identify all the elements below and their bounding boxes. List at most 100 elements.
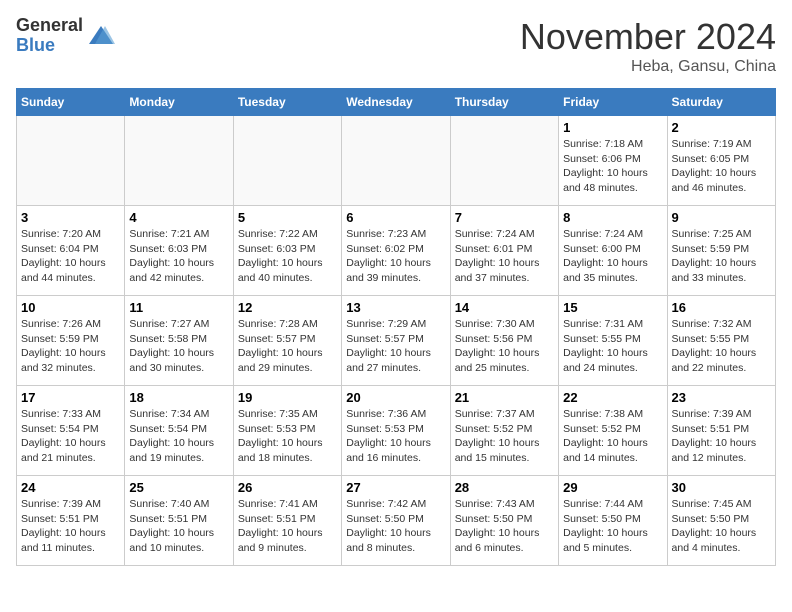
day-cell: 11 Sunrise: 7:27 AMSunset: 5:58 PMDayligh… xyxy=(125,296,233,386)
day-info: Sunrise: 7:43 AMSunset: 5:50 PMDaylight:… xyxy=(455,497,554,556)
day-number: 21 xyxy=(455,390,554,405)
day-cell: 1 Sunrise: 7:18 AMSunset: 6:06 PMDaylight… xyxy=(559,116,667,206)
week-row-2: 3 Sunrise: 7:20 AMSunset: 6:04 PMDaylight… xyxy=(17,206,776,296)
day-info: Sunrise: 7:29 AMSunset: 5:57 PMDaylight:… xyxy=(346,317,445,376)
day-number: 24 xyxy=(21,480,120,495)
weekday-header-monday: Monday xyxy=(125,89,233,116)
weekday-header-saturday: Saturday xyxy=(667,89,775,116)
day-number: 2 xyxy=(672,120,771,135)
day-info: Sunrise: 7:20 AMSunset: 6:04 PMDaylight:… xyxy=(21,227,120,286)
day-info: Sunrise: 7:27 AMSunset: 5:58 PMDaylight:… xyxy=(129,317,228,376)
day-info: Sunrise: 7:42 AMSunset: 5:50 PMDaylight:… xyxy=(346,497,445,556)
day-number: 13 xyxy=(346,300,445,315)
day-info: Sunrise: 7:31 AMSunset: 5:55 PMDaylight:… xyxy=(563,317,662,376)
day-info: Sunrise: 7:25 AMSunset: 5:59 PMDaylight:… xyxy=(672,227,771,286)
page-header: General Blue November 2024 Heba, Gansu, … xyxy=(16,16,776,76)
day-number: 14 xyxy=(455,300,554,315)
day-cell: 6 Sunrise: 7:23 AMSunset: 6:02 PMDaylight… xyxy=(342,206,450,296)
day-cell xyxy=(17,116,125,206)
day-number: 1 xyxy=(563,120,662,135)
day-cell: 29Sunrise: 7:44 AMSunset: 5:50 PMDayligh… xyxy=(559,476,667,566)
day-cell: 17 Sunrise: 7:33 AMSunset: 5:54 PMDayligh… xyxy=(17,386,125,476)
day-number: 22 xyxy=(563,390,662,405)
day-cell: 16Sunrise: 7:32 AMSunset: 5:55 PMDayligh… xyxy=(667,296,775,386)
day-info: Sunrise: 7:36 AMSunset: 5:53 PMDaylight:… xyxy=(346,407,445,466)
day-cell: 12Sunrise: 7:28 AMSunset: 5:57 PMDayligh… xyxy=(233,296,341,386)
calendar-table: SundayMondayTuesdayWednesdayThursdayFrid… xyxy=(16,88,776,566)
day-number: 8 xyxy=(563,210,662,225)
day-cell xyxy=(125,116,233,206)
day-cell: 23 Sunrise: 7:39 AMSunset: 5:51 PMDayligh… xyxy=(667,386,775,476)
day-cell: 2 Sunrise: 7:19 AMSunset: 6:05 PMDaylight… xyxy=(667,116,775,206)
weekday-header-thursday: Thursday xyxy=(450,89,558,116)
day-number: 20 xyxy=(346,390,445,405)
day-cell: 20 Sunrise: 7:36 AMSunset: 5:53 PMDayligh… xyxy=(342,386,450,476)
week-row-1: 1 Sunrise: 7:18 AMSunset: 6:06 PMDaylight… xyxy=(17,116,776,206)
day-cell: 15 Sunrise: 7:31 AMSunset: 5:55 PMDayligh… xyxy=(559,296,667,386)
day-info: Sunrise: 7:33 AMSunset: 5:54 PMDaylight:… xyxy=(21,407,120,466)
day-number: 11 xyxy=(129,300,228,315)
day-cell: 30Sunrise: 7:45 AMSunset: 5:50 PMDayligh… xyxy=(667,476,775,566)
logo-blue-text: Blue xyxy=(16,36,83,56)
day-number: 30 xyxy=(672,480,771,495)
day-number: 12 xyxy=(238,300,337,315)
day-cell: 24 Sunrise: 7:39 AMSunset: 5:51 PMDayligh… xyxy=(17,476,125,566)
day-info: Sunrise: 7:24 AMSunset: 6:00 PMDaylight:… xyxy=(563,227,662,286)
day-cell: 22 Sunrise: 7:38 AMSunset: 5:52 PMDayligh… xyxy=(559,386,667,476)
day-number: 6 xyxy=(346,210,445,225)
day-number: 23 xyxy=(672,390,771,405)
day-info: Sunrise: 7:21 AMSunset: 6:03 PMDaylight:… xyxy=(129,227,228,286)
day-info: Sunrise: 7:22 AMSunset: 6:03 PMDaylight:… xyxy=(238,227,337,286)
day-info: Sunrise: 7:40 AMSunset: 5:51 PMDaylight:… xyxy=(129,497,228,556)
day-info: Sunrise: 7:24 AMSunset: 6:01 PMDaylight:… xyxy=(455,227,554,286)
week-row-4: 17 Sunrise: 7:33 AMSunset: 5:54 PMDayligh… xyxy=(17,386,776,476)
day-number: 19 xyxy=(238,390,337,405)
day-info: Sunrise: 7:34 AMSunset: 5:54 PMDaylight:… xyxy=(129,407,228,466)
day-cell: 21 Sunrise: 7:37 AMSunset: 5:52 PMDayligh… xyxy=(450,386,558,476)
day-cell: 5 Sunrise: 7:22 AMSunset: 6:03 PMDaylight… xyxy=(233,206,341,296)
day-cell xyxy=(233,116,341,206)
week-row-5: 24 Sunrise: 7:39 AMSunset: 5:51 PMDayligh… xyxy=(17,476,776,566)
day-number: 3 xyxy=(21,210,120,225)
day-cell: 4Sunrise: 7:21 AMSunset: 6:03 PMDaylight… xyxy=(125,206,233,296)
day-number: 18 xyxy=(129,390,228,405)
day-number: 9 xyxy=(672,210,771,225)
location-title: Heba, Gansu, China xyxy=(520,58,776,76)
day-cell xyxy=(342,116,450,206)
day-info: Sunrise: 7:35 AMSunset: 5:53 PMDaylight:… xyxy=(238,407,337,466)
logo: General Blue xyxy=(16,16,115,56)
day-info: Sunrise: 7:23 AMSunset: 6:02 PMDaylight:… xyxy=(346,227,445,286)
day-number: 7 xyxy=(455,210,554,225)
weekday-header-friday: Friday xyxy=(559,89,667,116)
weekday-header-tuesday: Tuesday xyxy=(233,89,341,116)
day-info: Sunrise: 7:37 AMSunset: 5:52 PMDaylight:… xyxy=(455,407,554,466)
day-cell: 25 Sunrise: 7:40 AMSunset: 5:51 PMDayligh… xyxy=(125,476,233,566)
day-info: Sunrise: 7:39 AMSunset: 5:51 PMDaylight:… xyxy=(21,497,120,556)
day-cell: 13 Sunrise: 7:29 AMSunset: 5:57 PMDayligh… xyxy=(342,296,450,386)
logo-icon xyxy=(87,22,115,50)
day-cell: 19 Sunrise: 7:35 AMSunset: 5:53 PMDayligh… xyxy=(233,386,341,476)
day-number: 5 xyxy=(238,210,337,225)
day-number: 29 xyxy=(563,480,662,495)
day-cell: 7 Sunrise: 7:24 AMSunset: 6:01 PMDaylight… xyxy=(450,206,558,296)
day-number: 27 xyxy=(346,480,445,495)
weekday-header-sunday: Sunday xyxy=(17,89,125,116)
day-cell: 26 Sunrise: 7:41 AMSunset: 5:51 PMDayligh… xyxy=(233,476,341,566)
weekday-header-row: SundayMondayTuesdayWednesdayThursdayFrid… xyxy=(17,89,776,116)
day-info: Sunrise: 7:38 AMSunset: 5:52 PMDaylight:… xyxy=(563,407,662,466)
day-number: 10 xyxy=(21,300,120,315)
day-number: 25 xyxy=(129,480,228,495)
day-number: 26 xyxy=(238,480,337,495)
day-number: 17 xyxy=(21,390,120,405)
day-number: 15 xyxy=(563,300,662,315)
day-info: Sunrise: 7:32 AMSunset: 5:55 PMDaylight:… xyxy=(672,317,771,376)
day-info: Sunrise: 7:30 AMSunset: 5:56 PMDaylight:… xyxy=(455,317,554,376)
day-info: Sunrise: 7:18 AMSunset: 6:06 PMDaylight:… xyxy=(563,137,662,196)
day-cell: 27 Sunrise: 7:42 AMSunset: 5:50 PMDayligh… xyxy=(342,476,450,566)
day-info: Sunrise: 7:39 AMSunset: 5:51 PMDaylight:… xyxy=(672,407,771,466)
day-cell: 28Sunrise: 7:43 AMSunset: 5:50 PMDayligh… xyxy=(450,476,558,566)
day-cell: 8 Sunrise: 7:24 AMSunset: 6:00 PMDaylight… xyxy=(559,206,667,296)
day-info: Sunrise: 7:41 AMSunset: 5:51 PMDaylight:… xyxy=(238,497,337,556)
day-info: Sunrise: 7:19 AMSunset: 6:05 PMDaylight:… xyxy=(672,137,771,196)
day-cell: 14 Sunrise: 7:30 AMSunset: 5:56 PMDayligh… xyxy=(450,296,558,386)
